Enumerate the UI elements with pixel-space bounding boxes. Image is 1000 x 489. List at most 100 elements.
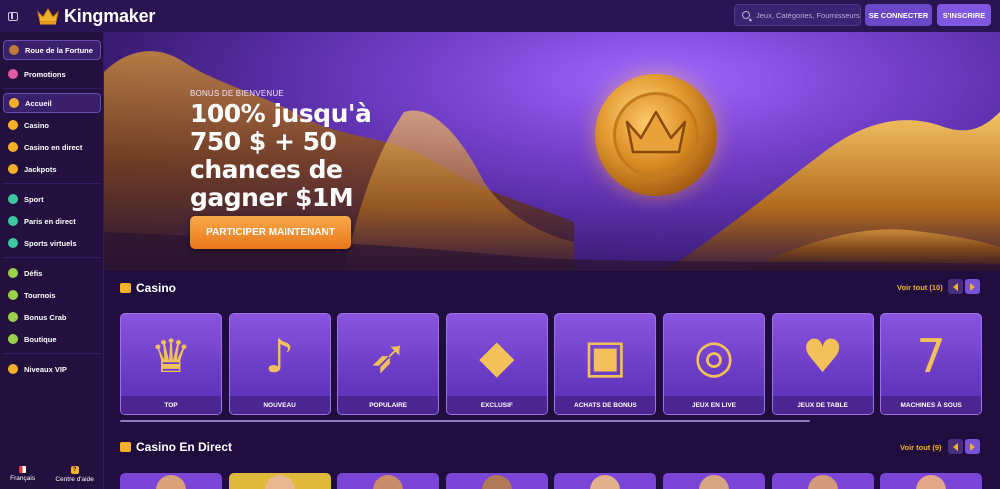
casino-icon — [8, 120, 18, 130]
gold-coin-illustration — [595, 74, 717, 196]
category-card-label: JEUX EN LIVE — [664, 396, 764, 414]
category-card-label: MACHINES À SOUS — [881, 396, 982, 414]
live-casino-icon — [120, 442, 131, 452]
category-card[interactable]: ▣ ACHATS DE BONUS — [554, 313, 657, 415]
live-casino-carousel — [120, 473, 985, 489]
sidebar-item[interactable]: Casino en direct — [3, 137, 101, 157]
sidebar-item-label: Défis — [24, 268, 43, 278]
dealer-image — [264, 475, 295, 489]
shop-icon — [8, 334, 18, 344]
bells-icon: ♪ — [264, 329, 295, 383]
live-dealer-card[interactable] — [228, 473, 331, 489]
live-dealer-card[interactable] — [880, 473, 983, 489]
sidebar-item-label: Casino — [24, 120, 50, 130]
chevron-right-icon — [970, 282, 975, 291]
dealer-image — [156, 475, 186, 489]
live-dealer-card[interactable] — [337, 473, 440, 489]
sidebar-item-label: Jackpots — [24, 164, 57, 174]
sidebar-item[interactable]: Sport — [3, 189, 101, 209]
sidebar-item[interactable]: Boutique — [3, 329, 101, 349]
live-casino-section-title: Casino En Direct — [120, 440, 232, 454]
sidebar-item-label: Sports virtuels — [24, 238, 77, 248]
sidebar-footer: Français? Centre d'aide — [0, 466, 104, 483]
home-icon — [9, 98, 19, 108]
brand-name: Kingmaker — [64, 5, 156, 26]
sidebar-toggle-icon[interactable] — [0, 0, 26, 32]
hero-title: 100% jusqu'à 750 $ + 50 chances de gagne… — [190, 99, 372, 212]
help-label: Centre d'aide — [55, 476, 94, 483]
sidebar-item-label: Tournois — [24, 290, 56, 300]
sidebar-item[interactable]: Roue de la Fortune — [3, 40, 101, 60]
casino-section-title: Casino — [120, 281, 176, 295]
sidebar-item[interactable]: Jackpots — [3, 159, 101, 179]
search-input[interactable] — [756, 10, 860, 20]
category-card[interactable]: ♥ JEUX DE TABLE — [771, 313, 874, 415]
casino-category-carousel: ♛ TOP ♪ NOUVEAU ➶ POPULAIRE ◆ EXCLUSIF ▣ ACHATS D… — [120, 313, 985, 416]
live-dealer-card[interactable] — [554, 473, 657, 489]
live-dealer-card[interactable] — [663, 473, 765, 489]
carousel-next-button[interactable] — [965, 279, 980, 294]
sidebar-item[interactable]: Sports virtuels — [3, 233, 101, 253]
language-selector[interactable]: Français — [10, 466, 35, 483]
sidebar-item[interactable]: Promotions — [3, 64, 101, 84]
live-dealer-card[interactable] — [120, 473, 222, 489]
category-card[interactable]: ◆ EXCLUSIF — [445, 313, 548, 415]
section-title-text: Casino — [136, 281, 177, 295]
gift-icon — [8, 69, 18, 79]
dealer-image — [590, 475, 621, 489]
sidebar-item[interactable]: Niveaux VIP — [3, 359, 101, 379]
signup-button[interactable]: S'INSCRIRE — [937, 4, 991, 26]
gift-box-icon: ▣ — [583, 329, 628, 383]
chevron-left-icon — [953, 282, 958, 291]
carousel-prev-button[interactable] — [948, 439, 963, 454]
dealer-image — [807, 475, 838, 489]
crab-icon — [8, 312, 18, 322]
carousel-prev-button[interactable] — [948, 279, 963, 294]
cards-icon: ♥ — [801, 329, 844, 383]
sidebar: Roue de la Fortune Promotions Accueil Casin… — [0, 32, 104, 489]
sidebar-item[interactable]: Casino — [3, 115, 101, 135]
help-icon: ? — [70, 466, 79, 474]
help-center-link[interactable]: ? Centre d'aide — [55, 466, 94, 483]
live-dealer-card[interactable] — [445, 473, 548, 489]
category-card-label: NOUVEAU — [229, 396, 330, 414]
login-button[interactable]: SE CONNECTER — [865, 4, 932, 26]
wheel-icon — [9, 45, 19, 55]
flag-icon — [19, 466, 27, 473]
crown-icon: ♛ — [150, 329, 192, 383]
sidebar-item[interactable]: Bonus Crab — [3, 307, 101, 327]
category-card[interactable]: ♪ NOUVEAU — [228, 313, 331, 415]
challenge-icon — [8, 268, 18, 278]
sidebar-item-label: Sport — [24, 194, 44, 204]
search-box[interactable] — [734, 4, 861, 26]
dealer-image — [916, 475, 947, 489]
category-card[interactable]: ◎ JEUX EN LIVE — [663, 313, 765, 415]
sport-icon — [8, 194, 18, 204]
carousel-scrollbar[interactable] — [120, 420, 810, 422]
vip-icon — [8, 364, 18, 374]
sidebar-item[interactable]: Défis — [3, 263, 101, 283]
category-card[interactable]: 7 MACHINES À SOUS — [880, 313, 983, 415]
casino-carousel-arrows — [948, 279, 980, 294]
category-card-label: TOP — [121, 396, 221, 414]
hero-cta-button[interactable]: PARTICIPER MAINTENANT — [190, 216, 351, 249]
category-card-label: JEUX DE TABLE — [772, 396, 873, 414]
sidebar-item-label: Bonus Crab — [24, 312, 67, 322]
live-see-all-link[interactable]: Voir tout (9) — [900, 443, 942, 452]
chevron-right-icon — [970, 442, 975, 451]
sidebar-divider — [3, 88, 101, 89]
category-card[interactable]: ➶ POPULAIRE — [337, 313, 440, 415]
sidebar-item-label: Promotions — [24, 69, 66, 79]
sidebar-item[interactable]: Tournois — [3, 285, 101, 305]
category-card-label: EXCLUSIF — [446, 396, 547, 414]
category-card[interactable]: ♛ TOP — [120, 313, 222, 415]
brand-logo[interactable]: Kingmaker — [36, 6, 155, 27]
casino-see-all-link[interactable]: Voir tout (10) — [897, 283, 943, 292]
top-bar: Kingmaker SE CONNECTER S'INSCRIRE — [0, 0, 1000, 32]
live-dealer-card[interactable] — [771, 473, 874, 489]
sidebar-item[interactable]: Paris en direct — [3, 211, 101, 231]
carousel-next-button[interactable] — [965, 439, 980, 454]
live-casino-icon — [8, 142, 18, 152]
slot-machine-icon: 7 — [916, 329, 946, 383]
sidebar-item[interactable]: Accueil — [3, 93, 101, 113]
